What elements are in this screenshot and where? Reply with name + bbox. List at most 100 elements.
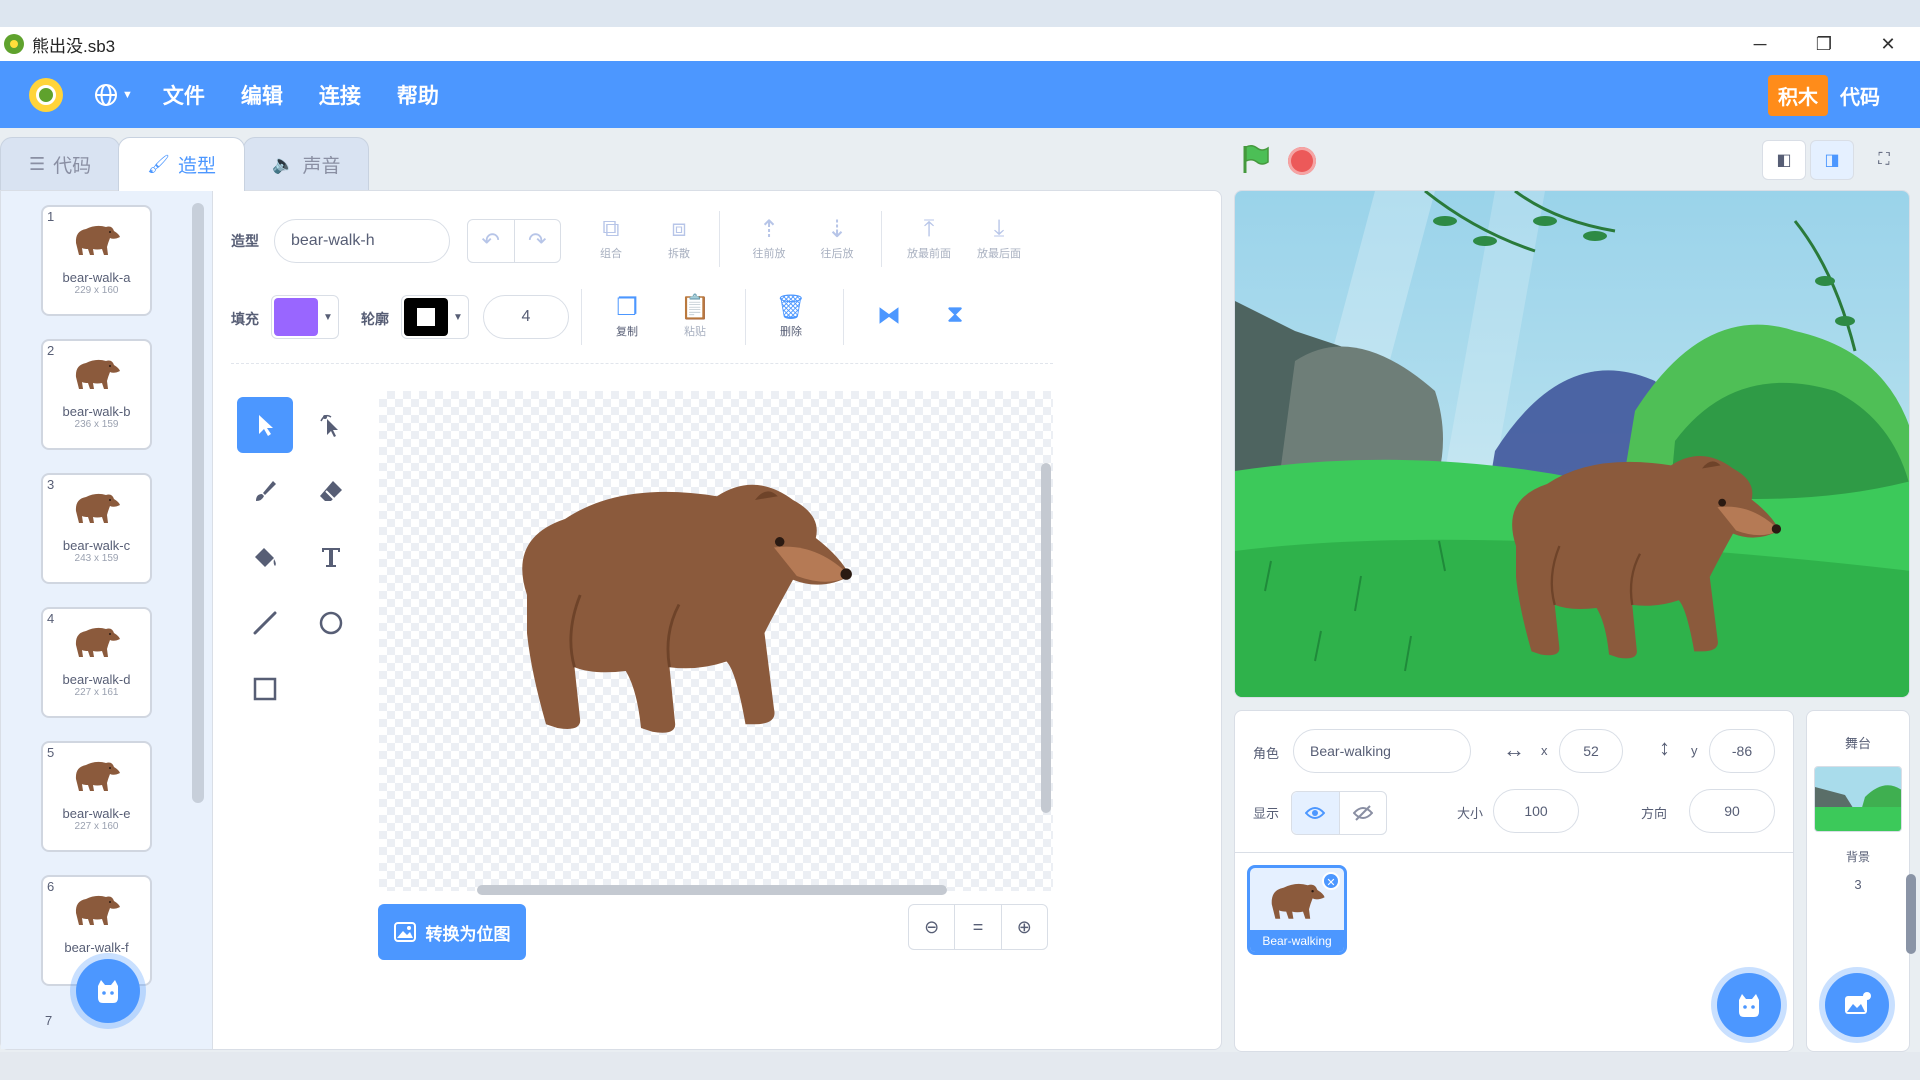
outline-color-picker[interactable]: ▼ bbox=[401, 295, 469, 339]
ungroup-label: 拆散 bbox=[668, 248, 690, 260]
choose-costume-button[interactable] bbox=[76, 959, 140, 1023]
delete-sprite-icon[interactable]: ✕ bbox=[1322, 872, 1340, 890]
backward-button[interactable]: ⇣ 往后放 bbox=[805, 215, 869, 261]
reshape-icon bbox=[320, 414, 338, 437]
outline-width-input[interactable]: 4 bbox=[483, 295, 569, 339]
line-icon bbox=[253, 611, 277, 635]
language-menu[interactable]: ▼ bbox=[93, 82, 133, 108]
tab-code-label: 代码 bbox=[53, 156, 92, 177]
eraser-tool[interactable] bbox=[303, 463, 359, 519]
group-button[interactable]: ⧉ 组合 bbox=[579, 215, 643, 261]
menu-file[interactable]: 文件 bbox=[163, 80, 205, 110]
fill-swatch bbox=[274, 298, 318, 336]
app-logo[interactable] bbox=[29, 77, 63, 112]
text-tool[interactable] bbox=[303, 529, 359, 585]
canvas-scrollbar-vertical[interactable] bbox=[1041, 463, 1051, 813]
direction-label: 方向 bbox=[1641, 806, 1668, 821]
fullscreen-button[interactable]: ⛶ bbox=[1862, 140, 1906, 180]
front-button[interactable]: ⤒ 放最前面 bbox=[897, 215, 961, 261]
cat-add-icon bbox=[98, 980, 118, 1003]
caret-down-icon: ▼ bbox=[122, 88, 133, 101]
flip-horizontal-button[interactable]: ⧓ bbox=[857, 301, 921, 331]
flip-horizontal-icon: ⧓ bbox=[877, 302, 901, 329]
paint-canvas[interactable] bbox=[379, 391, 1053, 891]
reshape-tool[interactable] bbox=[303, 397, 359, 453]
hide-eye-icon[interactable] bbox=[1338, 792, 1387, 834]
copy-button[interactable]: ❐ 复制 bbox=[595, 293, 659, 339]
tab-costumes[interactable]: 🖌 造型 bbox=[118, 137, 246, 191]
page-scrollbar[interactable] bbox=[1906, 874, 1916, 954]
stage-selector[interactable]: 舞台 背景 3 bbox=[1806, 710, 1910, 1052]
fill-tool[interactable] bbox=[237, 529, 293, 585]
close-button[interactable]: ✕ bbox=[1856, 27, 1920, 61]
ungroup-button[interactable]: ⧈ 拆散 bbox=[647, 215, 711, 261]
large-stage-button[interactable]: ◨ bbox=[1810, 140, 1854, 180]
costume-item[interactable]: 4 bear-walk-d 227 x 161 bbox=[41, 607, 152, 718]
show-eye-icon[interactable] bbox=[1292, 792, 1339, 834]
forest-backdrop bbox=[1235, 191, 1909, 697]
tab-code[interactable]: ☰ 代码 bbox=[0, 137, 121, 191]
editor-tabs: ☰ 代码 🖌 造型 🔈 声音 bbox=[0, 137, 370, 191]
sprite-tile[interactable]: ✕ Bear-walking bbox=[1247, 865, 1347, 955]
zoom-out-icon[interactable]: ⊖ bbox=[909, 905, 954, 949]
redo-icon[interactable]: ↷ bbox=[513, 220, 561, 262]
outline-swatch bbox=[404, 298, 448, 336]
costume-number: 5 bbox=[47, 745, 55, 760]
bear-thumbnail bbox=[75, 761, 120, 791]
y-input[interactable]: -86 bbox=[1709, 729, 1775, 773]
sprite-name-input[interactable]: Bear-walking bbox=[1293, 729, 1471, 773]
undo-icon[interactable]: ↶ bbox=[468, 220, 514, 262]
caret-down-icon: ▼ bbox=[453, 311, 463, 323]
zoom-in-icon[interactable]: ⊕ bbox=[1000, 905, 1047, 949]
bring-front-icon: ⤒ bbox=[923, 215, 935, 242]
code-mode-button[interactable]: 代码 bbox=[1840, 81, 1880, 110]
forward-button[interactable]: ⇡ 往前放 bbox=[737, 215, 801, 261]
paste-button[interactable]: 📋 粘贴 bbox=[663, 293, 727, 339]
blocks-mode-button[interactable]: 积木 bbox=[1768, 75, 1828, 116]
flip-vertical-button[interactable]: ⧗ bbox=[923, 301, 987, 331]
small-stage-button[interactable]: ◧ bbox=[1762, 140, 1806, 180]
rectangle-tool[interactable] bbox=[237, 661, 293, 717]
size-input[interactable]: 100 bbox=[1493, 789, 1579, 833]
circle-tool[interactable] bbox=[303, 595, 359, 651]
delete-button[interactable]: 🗑 删除 bbox=[759, 293, 823, 339]
menu-help[interactable]: 帮助 bbox=[397, 80, 439, 110]
fullscreen-icon: ⛶ bbox=[1878, 151, 1890, 168]
canvas-scrollbar-horizontal[interactable] bbox=[477, 885, 947, 895]
brush-tool[interactable] bbox=[237, 463, 293, 519]
window-controls: ─ ❐ ✕ bbox=[1728, 27, 1920, 61]
back-button[interactable]: ⤓ 放最后面 bbox=[967, 215, 1031, 261]
costume-list-scrollbar[interactable] bbox=[192, 203, 204, 803]
minimize-button[interactable]: ─ bbox=[1728, 27, 1792, 61]
tab-costumes-label: 造型 bbox=[178, 156, 217, 177]
menu-connect[interactable]: 连接 bbox=[319, 80, 361, 110]
stage[interactable] bbox=[1234, 190, 1910, 698]
bear-thumbnail bbox=[1271, 883, 1325, 919]
line-tool[interactable] bbox=[237, 595, 293, 651]
costume-item[interactable]: 1 bear-walk-a 229 x 160 bbox=[41, 205, 152, 316]
menu-edit[interactable]: 编辑 bbox=[241, 80, 283, 110]
costume-item[interactable]: 3 bear-walk-c 243 x 159 bbox=[41, 473, 152, 584]
tab-sounds[interactable]: 🔈 声音 bbox=[243, 137, 370, 191]
direction-input[interactable]: 90 bbox=[1689, 789, 1775, 833]
toolbar-divider bbox=[581, 289, 582, 345]
costume-item[interactable]: 2 bear-walk-b 236 x 159 bbox=[41, 339, 152, 450]
choose-sprite-button[interactable] bbox=[1717, 973, 1781, 1037]
select-tool[interactable] bbox=[237, 397, 293, 453]
costume-name-input[interactable]: bear-walk-h bbox=[274, 219, 450, 263]
toolbar-divider bbox=[843, 289, 844, 345]
green-flag-icon[interactable] bbox=[1240, 143, 1272, 175]
stop-button[interactable] bbox=[1288, 147, 1316, 175]
restore-button[interactable]: ❐ bbox=[1792, 27, 1856, 61]
choose-backdrop-button[interactable] bbox=[1825, 973, 1889, 1037]
zoom-reset-icon[interactable]: = bbox=[954, 905, 1000, 949]
fill-color-picker[interactable]: ▼ bbox=[271, 295, 339, 339]
costume-name: bear-walk-f bbox=[64, 940, 129, 955]
toolbar-divider bbox=[881, 211, 882, 267]
costume-list: 1 bear-walk-a 229 x 160 2 bear-walk-b 23… bbox=[1, 191, 213, 1049]
convert-to-bitmap-button[interactable]: 转换为位图 bbox=[378, 904, 526, 960]
x-input[interactable]: 52 bbox=[1559, 729, 1623, 773]
flip-vertical-icon: ⧗ bbox=[946, 301, 964, 328]
costume-item[interactable]: 5 bear-walk-e 227 x 160 bbox=[41, 741, 152, 852]
toolbar-divider bbox=[719, 211, 720, 267]
